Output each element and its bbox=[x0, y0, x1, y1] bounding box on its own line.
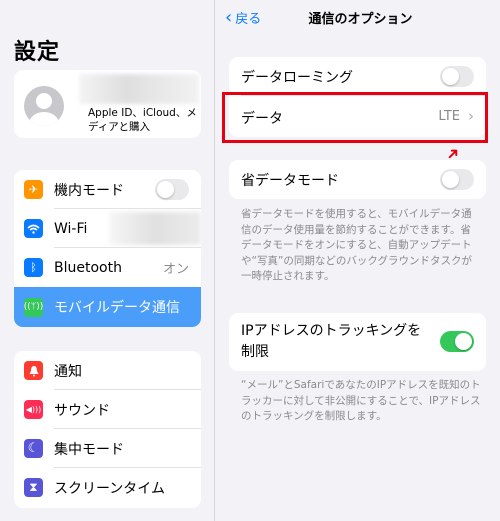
sidebar-item-label: サウンド bbox=[54, 402, 110, 419]
notifications-group: 通知 ◀))) サウンド ☾ 集中モード ⧗ スクリーンタイム bbox=[14, 351, 201, 508]
sidebar-item-mobile-data[interactable]: ((ᛘ)) モバイルデータ通信 bbox=[14, 287, 201, 327]
speaker-icon: ◀))) bbox=[24, 400, 43, 419]
avatar bbox=[24, 86, 64, 126]
moon-icon: ☾ bbox=[24, 439, 43, 458]
sidebar-item-screen-time[interactable]: ⧗ スクリーンタイム bbox=[14, 468, 201, 507]
ip-tracking-card: IPアドレスのトラッキングを制限 bbox=[229, 313, 486, 371]
bluetooth-icon: ᛒ bbox=[24, 258, 43, 277]
low-data-toggle[interactable] bbox=[440, 169, 474, 190]
sidebar-item-wifi[interactable]: Wi-Fi bbox=[14, 209, 201, 248]
blurred-account-name bbox=[79, 74, 199, 104]
antenna-icon: ((ᛘ)) bbox=[24, 297, 43, 317]
connectivity-group: ✈ 機内モード Wi-Fi ᛒ Bluetooth オン ((ᛘ)) モバイルデ… bbox=[14, 170, 201, 327]
hourglass-icon: ⧗ bbox=[24, 478, 43, 497]
low-data-card: 省データモード bbox=[229, 160, 486, 199]
detail-pane: ‹ 戻る 通信のオプション データローミング データ LTE › 省データモード… bbox=[215, 0, 500, 521]
sidebar-item-label: 機内モード bbox=[54, 182, 124, 199]
airplane-icon: ✈ bbox=[24, 180, 43, 199]
sidebar-item-label: モバイルデータ通信 bbox=[54, 300, 180, 316]
sidebar-item-sounds[interactable]: ◀))) サウンド bbox=[14, 390, 201, 429]
sidebar-item-bluetooth[interactable]: ᛒ Bluetooth オン bbox=[14, 248, 201, 287]
settings-title: 設定 bbox=[14, 40, 61, 65]
apple-id-subtitle: Apple ID、iCloud、メディアと購入 bbox=[88, 107, 197, 133]
bell-icon bbox=[24, 361, 43, 380]
ip-tracking-label: IPアドレスのトラッキングを制限 bbox=[241, 323, 422, 360]
airplane-mode-toggle[interactable] bbox=[155, 179, 189, 200]
sidebar-item-label: Bluetooth bbox=[54, 259, 122, 276]
sidebar-item-label: Wi-Fi bbox=[54, 220, 88, 237]
sidebar-item-focus[interactable]: ☾ 集中モード bbox=[14, 429, 201, 468]
apple-id-card[interactable]: Apple ID、iCloud、メディアと購入 bbox=[14, 70, 201, 138]
sidebar-item-label: 通知 bbox=[54, 363, 82, 380]
blurred-network-name bbox=[109, 212, 201, 245]
sidebar-item-label: スクリーンタイム bbox=[54, 480, 166, 497]
sidebar-item-airplane-mode[interactable]: ✈ 機内モード bbox=[14, 170, 201, 209]
data-roaming-row: データローミング bbox=[229, 57, 486, 96]
data-roaming-label: データローミング bbox=[241, 70, 353, 86]
sidebar: 設定 Apple ID、iCloud、メディアと購入 ✈ 機内モード Wi-Fi… bbox=[0, 0, 214, 521]
wifi-icon bbox=[24, 219, 43, 238]
ip-tracking-footer: “メール”とSafariであなたのIPアドレスを既知のトラッカーに対して非公開に… bbox=[241, 379, 481, 422]
data-roaming-toggle[interactable] bbox=[440, 66, 474, 87]
page-title: 通信のオプション bbox=[308, 12, 413, 27]
bluetooth-status: オン bbox=[162, 262, 189, 277]
annotation-highlight-box bbox=[222, 92, 488, 143]
sidebar-item-notifications[interactable]: 通知 bbox=[14, 351, 201, 390]
low-data-footer: 省データモードを使用すると、モバイルデータ通信のデータ使用量を節約することができ… bbox=[241, 208, 472, 282]
low-data-label: 省データモード bbox=[241, 173, 339, 189]
ip-tracking-toggle[interactable] bbox=[440, 331, 474, 352]
sidebar-item-label: 集中モード bbox=[54, 441, 124, 458]
low-data-row: 省データモード bbox=[229, 160, 486, 199]
